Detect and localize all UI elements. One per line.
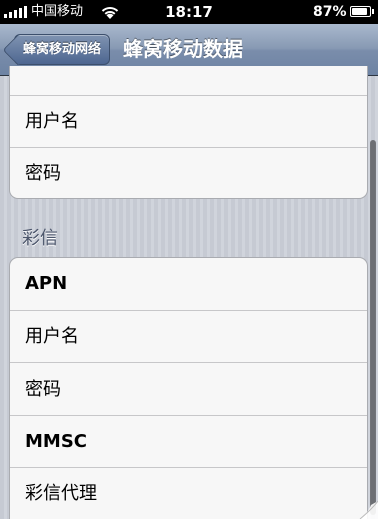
back-button-label: 蜂窝移动网络 — [23, 42, 102, 57]
mms-proxy-label: 彩信代理 — [25, 483, 97, 504]
back-button[interactable]: 蜂窝移动网络 — [14, 34, 111, 65]
mmsc-row[interactable]: MMSC — [10, 415, 367, 467]
mms-username-row[interactable]: 用户名 — [10, 310, 367, 362]
mms-apn-row[interactable]: APN — [10, 258, 367, 310]
mmsc-label: MMSC — [25, 431, 87, 452]
username-row[interactable]: 用户名 — [10, 95, 367, 147]
battery-percent: 87% — [313, 4, 347, 20]
mms-proxy-row[interactable]: 彩信代理 — [10, 467, 367, 519]
scrollbar[interactable] — [370, 140, 376, 515]
status-bar: 中国移动 18:17 87% — [0, 0, 378, 24]
mms-username-label: 用户名 — [25, 326, 79, 347]
battery-icon — [350, 6, 374, 17]
mms-apn-label: APN — [25, 273, 68, 294]
username-label: 用户名 — [25, 111, 79, 132]
mms-settings-group: APN 用户名 密码 MMSC 彩信代理 — [9, 257, 368, 519]
settings-row[interactable] — [10, 66, 367, 95]
page-curl-icon — [359, 500, 378, 519]
mms-password-row[interactable]: 密码 — [10, 362, 367, 415]
mms-password-label: 密码 — [25, 379, 61, 400]
password-label: 密码 — [25, 163, 61, 184]
apn-settings-group: 用户名 密码 — [9, 66, 368, 199]
section-header-mms: 彩信 — [22, 228, 58, 249]
password-row[interactable]: 密码 — [10, 147, 367, 199]
